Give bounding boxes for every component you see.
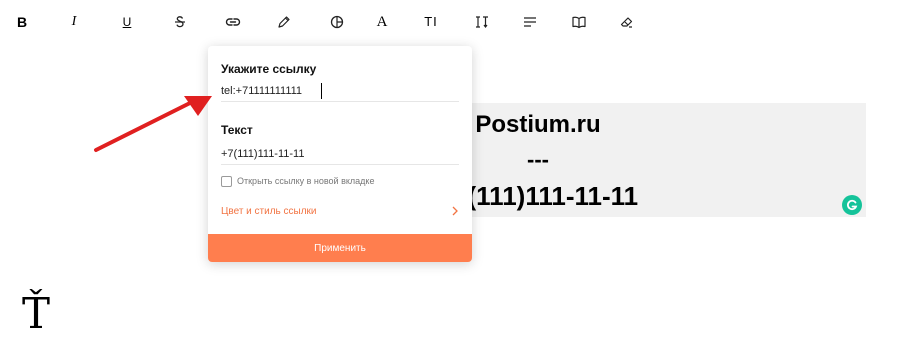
pencil-button[interactable] [270, 8, 298, 36]
link-button[interactable] [219, 8, 247, 36]
text-input[interactable] [221, 143, 459, 165]
link-input[interactable] [221, 80, 459, 102]
line-height-icon [476, 16, 488, 28]
grammarly-g-icon [847, 199, 858, 211]
text-size-button[interactable]: TI [417, 8, 445, 36]
chevron-right-icon[interactable] [450, 205, 460, 217]
text-caret [321, 83, 322, 99]
apply-button[interactable]: Применить [208, 234, 472, 262]
text-label: Текст [221, 123, 253, 137]
book-icon [572, 16, 586, 29]
grammarly-icon[interactable] [842, 195, 862, 215]
text-size-icon: TI [424, 14, 438, 29]
link-popup: Укажите ссылку Текст Открыть ссылку в но… [208, 46, 472, 262]
italic-button[interactable]: I [60, 8, 88, 36]
contrast-button[interactable] [323, 8, 351, 36]
italic-icon: I [71, 14, 77, 29]
bold-icon: B [16, 14, 28, 30]
strikethrough-button[interactable] [166, 8, 194, 36]
align-left-icon [524, 17, 536, 27]
tilda-logo: Ť [22, 289, 51, 338]
align-button[interactable] [516, 8, 544, 36]
editor-toolbar: B I U A TI [0, 8, 900, 36]
strikethrough-icon [175, 16, 185, 28]
link-label: Укажите ссылку [221, 62, 317, 76]
contrast-icon [330, 15, 344, 29]
new-tab-label: Открыть ссылку в новой вкладке [237, 176, 375, 186]
line-height-button[interactable] [468, 8, 496, 36]
font-icon: A [376, 14, 388, 30]
annotation-arrow [94, 96, 212, 152]
underline-button[interactable]: U [113, 8, 141, 36]
book-button[interactable] [565, 8, 593, 36]
new-tab-checkbox[interactable] [221, 176, 232, 187]
bold-button[interactable]: B [8, 8, 36, 36]
eraser-icon [620, 17, 633, 28]
clear-format-button[interactable] [613, 8, 641, 36]
link-style-link[interactable]: Цвет и стиль ссылки [221, 206, 317, 217]
underline-icon: U [122, 15, 132, 29]
font-button[interactable]: A [368, 8, 396, 36]
link-icon [225, 18, 241, 26]
pencil-icon [278, 16, 290, 28]
